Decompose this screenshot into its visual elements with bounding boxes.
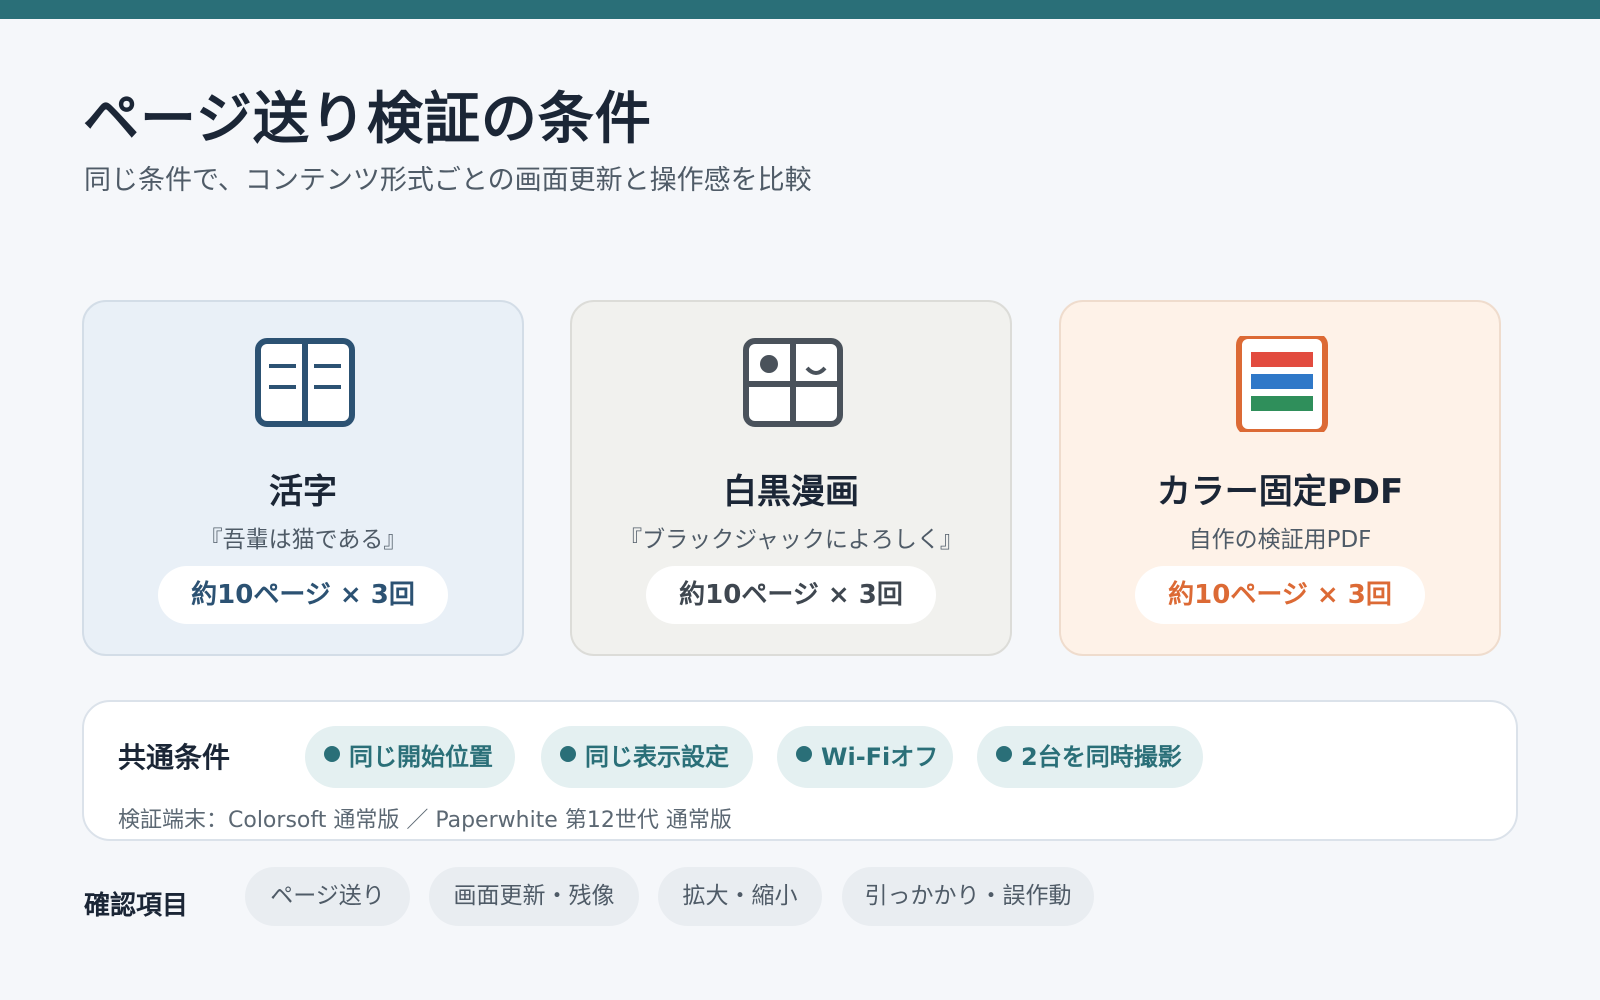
page-subtitle: 同じ条件で、コンテンツ形式ごとの画面更新と操作感を比較 (84, 165, 812, 196)
card-work: 『ブラックジャックによろしく』 (619, 527, 963, 553)
card-text: 活字 『吾輩は猫である』 約10ページ × 3回 (82, 300, 524, 656)
condition-chip: 2台を同時撮影 (977, 726, 1203, 788)
condition-chip-label: 同じ開始位置 (349, 743, 493, 771)
check-item-chip: 引っかかり・誤作動 (842, 867, 1094, 926)
bullet-dot-icon (996, 746, 1012, 762)
common-conditions-label: 共通条件 (118, 741, 231, 774)
card-pages-badge: 約10ページ × 3回 (646, 566, 936, 624)
book-icon (255, 336, 355, 432)
card-title: カラー固定PDF (1156, 472, 1404, 512)
top-accent-bar (0, 0, 1600, 19)
bullet-dot-icon (560, 746, 576, 762)
condition-chip: 同じ開始位置 (305, 726, 515, 788)
card-title: 白黒漫画 (723, 472, 859, 512)
check-item-chip: ページ送り (245, 867, 410, 926)
condition-chip: 同じ表示設定 (541, 726, 753, 788)
check-item-chip: 拡大・縮小 (658, 867, 822, 926)
condition-chip: Wi-Fiオフ (777, 726, 953, 788)
card-manga: 白黒漫画 『ブラックジャックによろしく』 約10ページ × 3回 (570, 300, 1012, 656)
manga-panel-icon (743, 336, 843, 432)
bullet-dot-icon (324, 746, 340, 762)
card-color-pdf: カラー固定PDF 自作の検証用PDF 約10ページ × 3回 (1059, 300, 1501, 656)
page-title: ページ送り検証の条件 (83, 87, 652, 152)
check-item-chip: 画面更新・残像 (429, 867, 639, 926)
condition-chip-label: Wi-Fiオフ (821, 743, 939, 771)
condition-chip-label: 同じ表示設定 (585, 743, 729, 771)
common-conditions-panel: 共通条件 同じ開始位置 同じ表示設定 Wi-Fiオフ 2台を同時撮影 検証端末：… (82, 700, 1518, 841)
device-info: 検証端末：Colorsoft 通常版 ／ Paperwhite 第12世代 通常… (118, 808, 732, 833)
check-items-label: 確認項目 (84, 891, 189, 921)
condition-chip-label: 2台を同時撮影 (1021, 743, 1182, 771)
card-work: 自作の検証用PDF (1188, 527, 1372, 553)
card-title: 活字 (269, 472, 337, 512)
bullet-dot-icon (796, 746, 812, 762)
card-pages-badge: 約10ページ × 3回 (1135, 566, 1425, 624)
card-work: 『吾輩は猫である』 (199, 527, 407, 553)
card-pages-badge: 約10ページ × 3回 (158, 566, 448, 624)
color-document-icon (1232, 333, 1332, 435)
